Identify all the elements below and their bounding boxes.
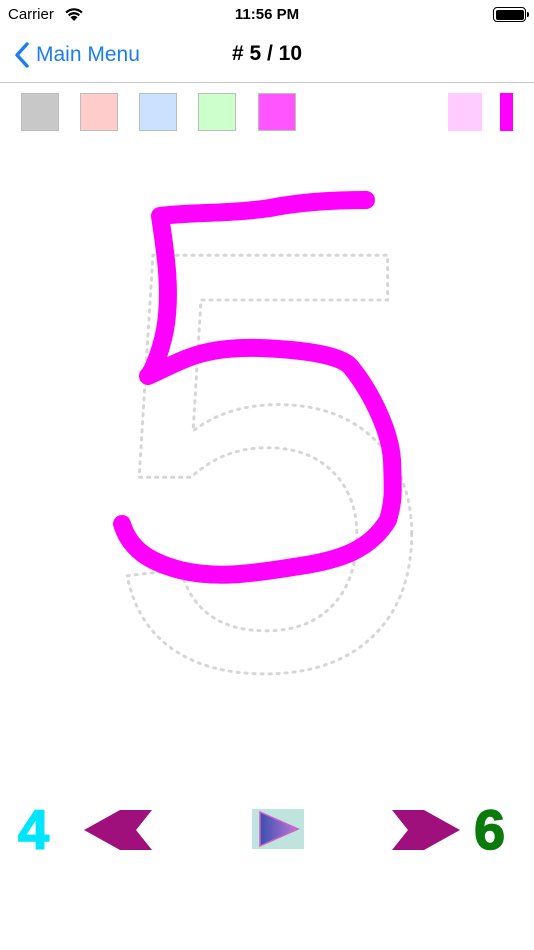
status-bar: Carrier 11:56 PM (0, 0, 534, 30)
color-swatch-magenta[interactable] (258, 93, 296, 131)
drawing-canvas[interactable]: 5 (0, 140, 534, 800)
color-swatch-blue[interactable] (139, 93, 177, 131)
navigation-bar: Main Menu # 5 / 10 (0, 30, 534, 83)
arrow-right-icon[interactable] (392, 810, 460, 850)
page-title: # 5 / 10 (231, 42, 303, 65)
next-number-label[interactable]: 6 (473, 799, 506, 861)
brush-width-indicator[interactable] (500, 93, 513, 131)
brush-color-preview[interactable] (448, 93, 482, 131)
play-icon[interactable] (252, 809, 304, 849)
battery-icon (493, 7, 529, 22)
clock: 11:56 PM (234, 6, 300, 23)
color-swatch-green[interactable] (198, 93, 236, 131)
arrow-left-icon[interactable] (84, 810, 152, 850)
color-swatch-pink[interactable] (80, 93, 118, 131)
previous-number-label[interactable]: 4 (17, 799, 50, 861)
color-swatch-gray[interactable] (21, 93, 59, 131)
